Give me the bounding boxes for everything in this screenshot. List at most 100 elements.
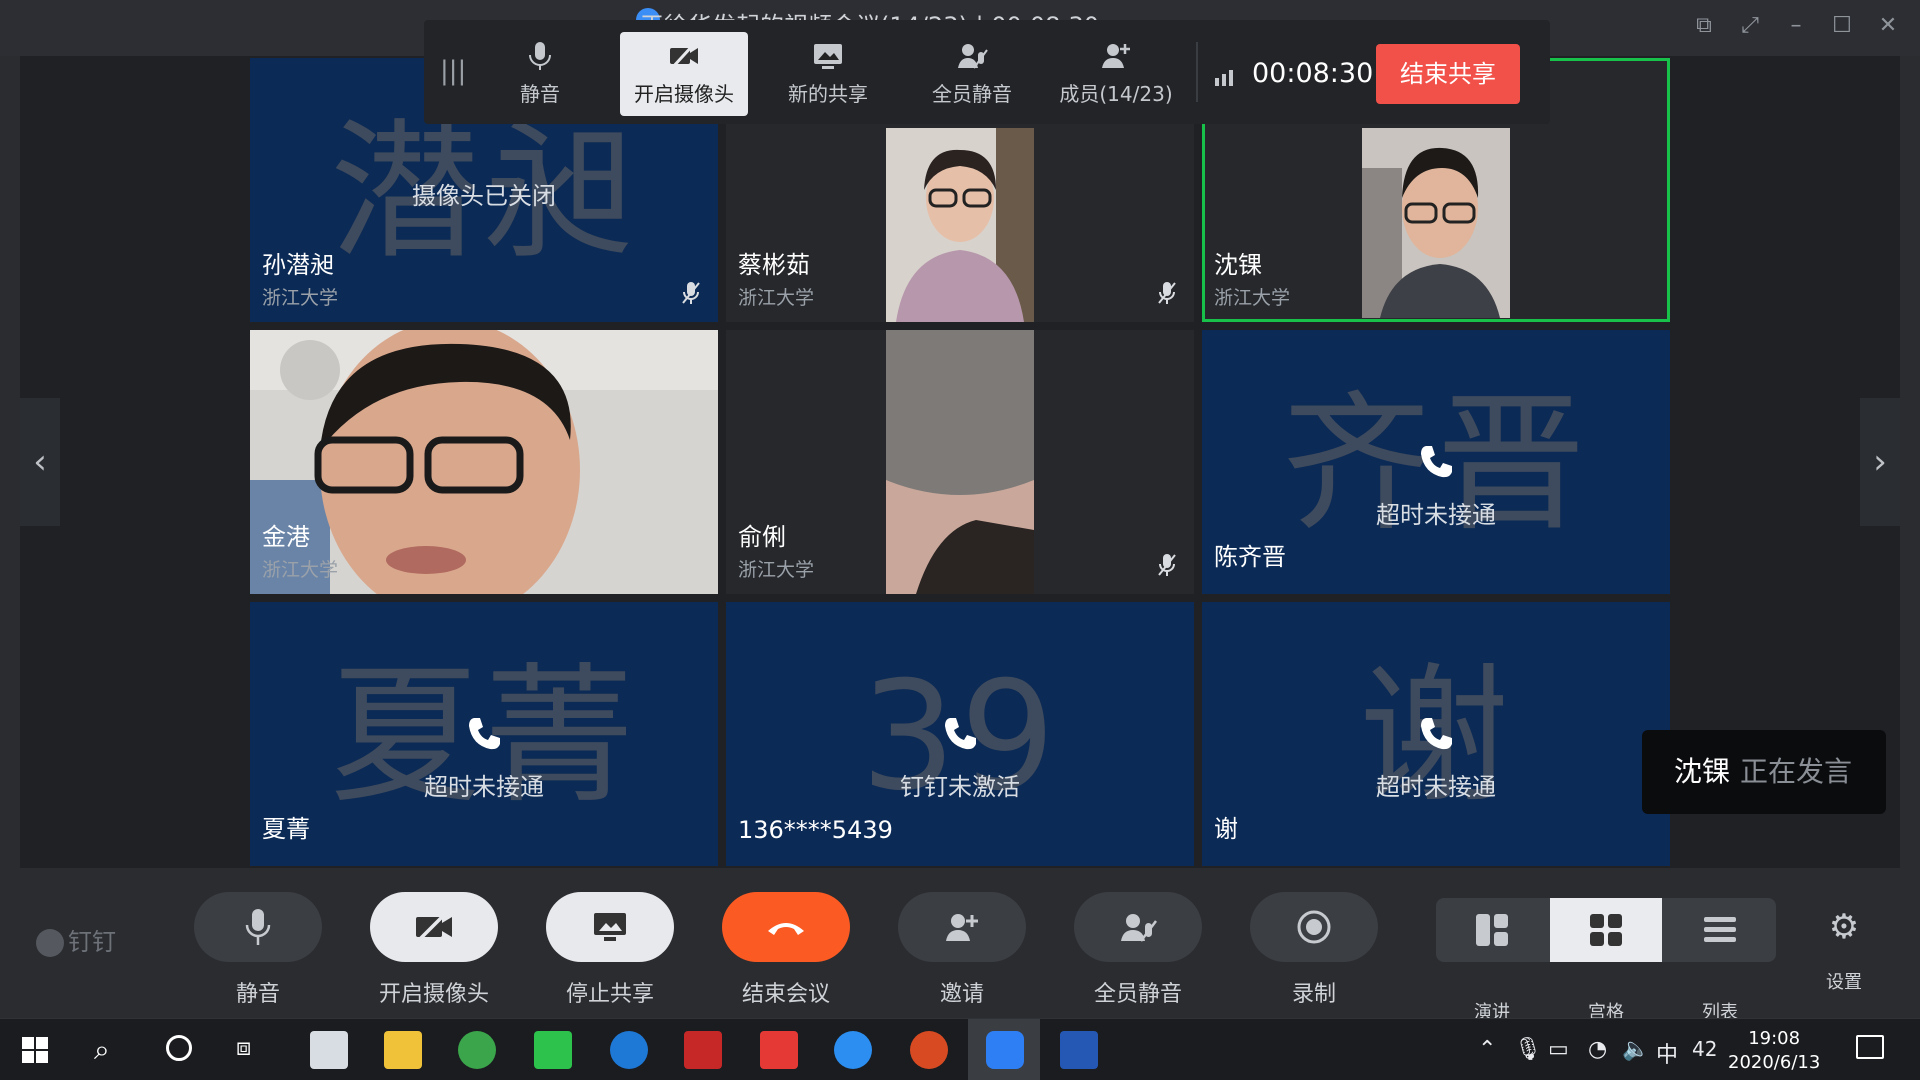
meeting-controls: 钉钉 静音 开启摄像头 停止共享 结束会议 邀请 全员静音 录制 演讲 宫格 列… [0, 868, 1920, 1023]
dingtalk-icon[interactable] [986, 1031, 1024, 1069]
snipping-tool-icon[interactable] [310, 1031, 348, 1069]
battery-icon[interactable]: ▭ [1548, 1037, 1569, 1062]
feishu-icon[interactable] [834, 1031, 872, 1069]
minimize-button[interactable]: – [1780, 10, 1812, 42]
participant-name: 蔡彬茹 [738, 251, 810, 279]
tile-status: 超时未接通 [1376, 773, 1496, 801]
edge-icon[interactable] [610, 1031, 648, 1069]
cortana-icon[interactable] [166, 1035, 192, 1061]
invite-button-circle[interactable] [898, 892, 1026, 962]
toolbar-mute-button[interactable]: 静音 [476, 32, 604, 116]
mute-all-icon [1121, 914, 1157, 942]
share-toolbar: ||| 静音 开启摄像头 新的共享 全员静音 成员(14/23) 00:08:3… [424, 20, 1550, 124]
windows-start-icon[interactable] [22, 1037, 48, 1063]
mute-button-circle[interactable] [194, 892, 322, 962]
hangup-icon [768, 923, 804, 935]
dingtalk-logo-icon [36, 929, 64, 957]
meeting-timer: 00:08:30 [1252, 58, 1374, 89]
speaker-layout-icon [1476, 914, 1508, 946]
mute-all-button[interactable]: 全员静音 [1074, 892, 1202, 1008]
members-icon [1102, 44, 1130, 68]
participant-name: 夏菁 [262, 815, 310, 843]
participant-name: 沈锞 [1214, 251, 1262, 279]
participant-video [1362, 128, 1510, 318]
participant-name: 孙潜昶 [262, 251, 334, 279]
participant-name: 谢 [1214, 815, 1238, 843]
settings-button[interactable]: ⚙ 设置 [1780, 892, 1908, 994]
participant-tile[interactable]: 夏菁 超时未接通 夏菁 [250, 602, 718, 866]
wifi-icon[interactable]: ◔ [1588, 1037, 1607, 1062]
phone-icon [1421, 446, 1452, 478]
next-page-button[interactable]: › [1860, 398, 1900, 526]
end-meeting-button[interactable]: 结束会议 [722, 892, 850, 1008]
speaking-indicator: 沈锞 正在发言 [1642, 730, 1886, 814]
camera-button[interactable]: 开启摄像头 [370, 892, 498, 1008]
prev-page-button[interactable]: ‹ [20, 398, 60, 526]
fullscreen-icon[interactable]: ⤢ [1734, 10, 1766, 42]
dingtalk-logo: 钉钉 [36, 922, 116, 957]
invite-button[interactable]: 邀请 [898, 892, 1026, 1008]
browser-icon[interactable] [458, 1031, 496, 1069]
record-button-circle[interactable] [1250, 892, 1378, 962]
participant-tile[interactable]: 齐晋 超时未接通 陈齐晋 [1202, 330, 1670, 594]
chevron-up-icon[interactable]: ⌃ [1478, 1037, 1496, 1062]
notification-badge[interactable]: 42 [1692, 1037, 1717, 1061]
speaker-name: 沈锞 [1674, 755, 1731, 788]
mic-muted-icon [1158, 282, 1176, 304]
participant-name: 俞俐 [738, 523, 786, 551]
word-icon[interactable] [1060, 1031, 1098, 1069]
microphone-tray-icon[interactable]: 🎙 [1514, 1037, 1542, 1062]
tile-status: 摄像头已关闭 [412, 182, 556, 210]
pdf-reader-icon[interactable] [684, 1031, 722, 1069]
record-button[interactable]: 录制 [1250, 892, 1378, 1008]
participant-tile[interactable]: 39 钉钉未激活 136****5439 [726, 602, 1194, 866]
participant-name: 136****5439 [738, 816, 893, 844]
participant-tile[interactable]: 金港 浙江大学 [250, 330, 718, 594]
task-view-icon[interactable]: ⧈ [236, 1033, 251, 1061]
wechat-icon[interactable] [534, 1031, 572, 1069]
pip-icon[interactable]: ⧉ [1688, 10, 1720, 42]
settings-button-area[interactable]: ⚙ [1780, 892, 1908, 962]
tile-status: 超时未接通 [1376, 501, 1496, 529]
mute-button[interactable]: 静音 [194, 892, 322, 1008]
add-person-icon [946, 914, 978, 941]
tile-status: 超时未接通 [424, 773, 544, 801]
powerpoint-icon[interactable] [910, 1031, 948, 1069]
end-share-button[interactable]: 结束共享 [1376, 44, 1520, 104]
layout-list-button[interactable] [1664, 898, 1776, 962]
mute-all-button-circle[interactable] [1074, 892, 1202, 962]
speaker-state: 正在发言 [1740, 755, 1853, 788]
stop-share-button-circle[interactable] [546, 892, 674, 962]
toolbar-new-share-button[interactable]: 新的共享 [764, 32, 892, 116]
toolbar-mute-all-button[interactable]: 全员静音 [908, 32, 1036, 116]
ime-indicator[interactable]: 中 [1656, 1037, 1678, 1069]
participant-org: 浙江大学 [738, 287, 815, 309]
participant-tile[interactable]: 俞俐 浙江大学 [726, 330, 1194, 594]
grid-layout-icon [1590, 914, 1622, 946]
phone-icon [469, 718, 500, 750]
stop-share-button[interactable]: 停止共享 [546, 892, 674, 1008]
camera-off-icon [670, 42, 698, 70]
layout-speaker-button[interactable] [1436, 898, 1548, 962]
layout-grid-button[interactable] [1550, 898, 1662, 962]
taskbar-clock[interactable]: 19:08 2020/6/13 [1728, 1027, 1820, 1075]
search-icon[interactable]: ⌕ [94, 1033, 110, 1067]
participant-org: 浙江大学 [1214, 287, 1291, 309]
participant-org: 浙江大学 [738, 559, 815, 581]
participant-tile[interactable]: 谢 超时未接通 谢 [1202, 602, 1670, 866]
participant-video [886, 330, 1034, 594]
toolbar-members-button[interactable]: 成员(14/23) [1052, 32, 1180, 116]
youdao-icon[interactable] [760, 1031, 798, 1069]
drag-handle-icon[interactable]: ||| [440, 56, 466, 86]
phone-icon [945, 718, 976, 750]
volume-icon[interactable]: 🔈 [1622, 1037, 1649, 1062]
clock-date: 2020/6/13 [1728, 1052, 1821, 1073]
action-center-icon[interactable] [1856, 1035, 1884, 1059]
file-explorer-icon[interactable] [384, 1031, 422, 1069]
list-layout-icon [1704, 917, 1736, 942]
toolbar-camera-button[interactable]: 开启摄像头 [620, 32, 748, 116]
camera-button-circle[interactable] [370, 892, 498, 962]
close-button[interactable]: ✕ [1872, 10, 1904, 42]
end-meeting-button-circle[interactable] [722, 892, 850, 962]
maximize-button[interactable]: ☐ [1826, 10, 1858, 42]
